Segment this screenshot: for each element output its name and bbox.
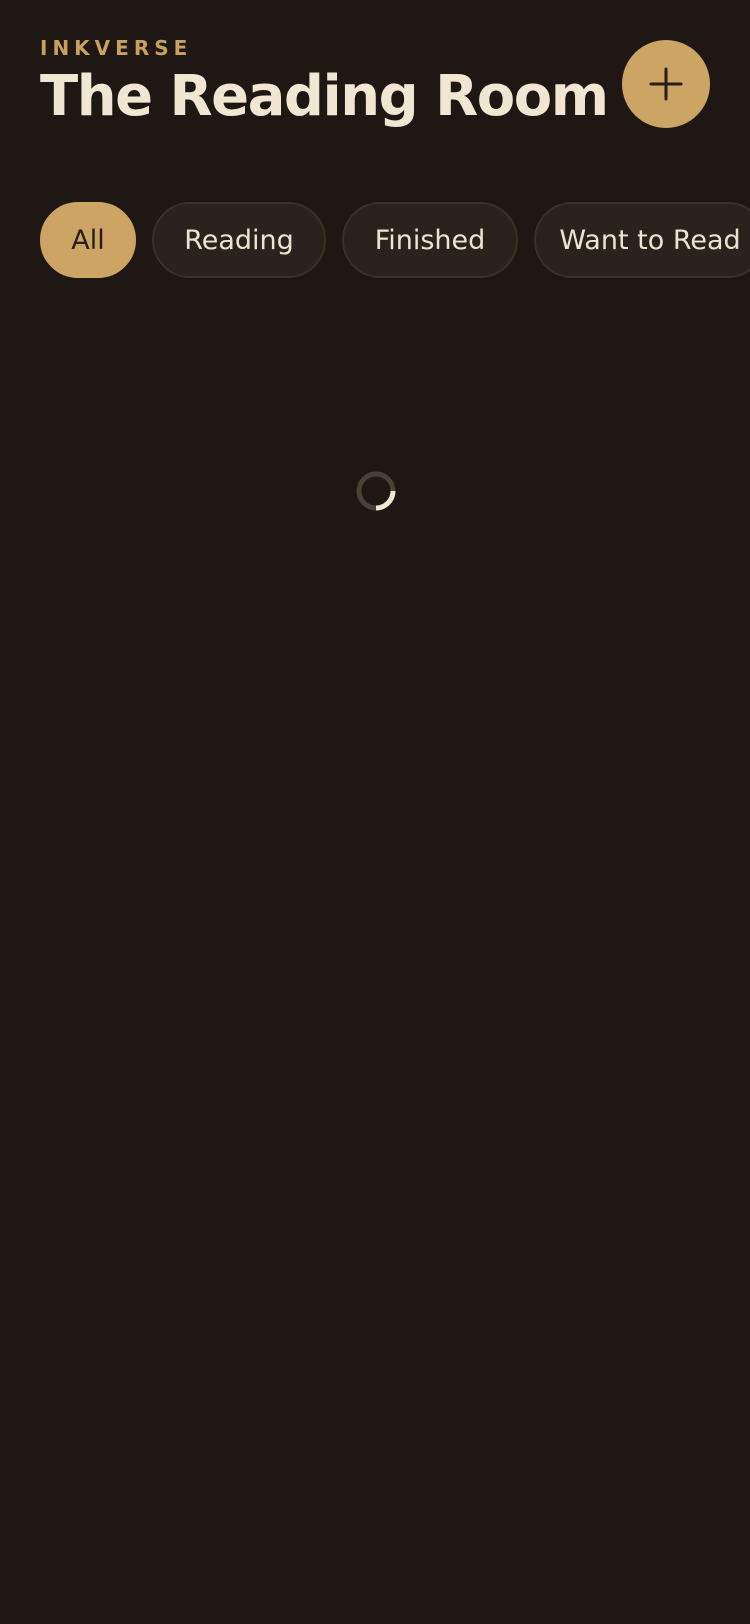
loading-spinner-icon [356, 471, 396, 511]
filter-chip-all[interactable]: All [40, 202, 136, 278]
filter-chip-want-to-read[interactable]: Want to Read [534, 202, 750, 278]
header: INKVERSE The Reading Room [40, 30, 609, 132]
add-book-button[interactable] [622, 40, 710, 128]
plus-icon [649, 67, 683, 101]
page-title: The Reading Room [40, 64, 609, 129]
brand-label: INKVERSE [40, 36, 193, 60]
filter-track: All Reading Finished Want to Read [40, 202, 750, 278]
filter-chip-finished[interactable]: Finished [342, 202, 518, 278]
filter-bar: All Reading Finished Want to Read [40, 202, 750, 278]
filter-chip-reading[interactable]: Reading [152, 202, 326, 278]
reading-room-screen: INKVERSE The Reading Room All Reading Fi… [0, 0, 750, 1624]
